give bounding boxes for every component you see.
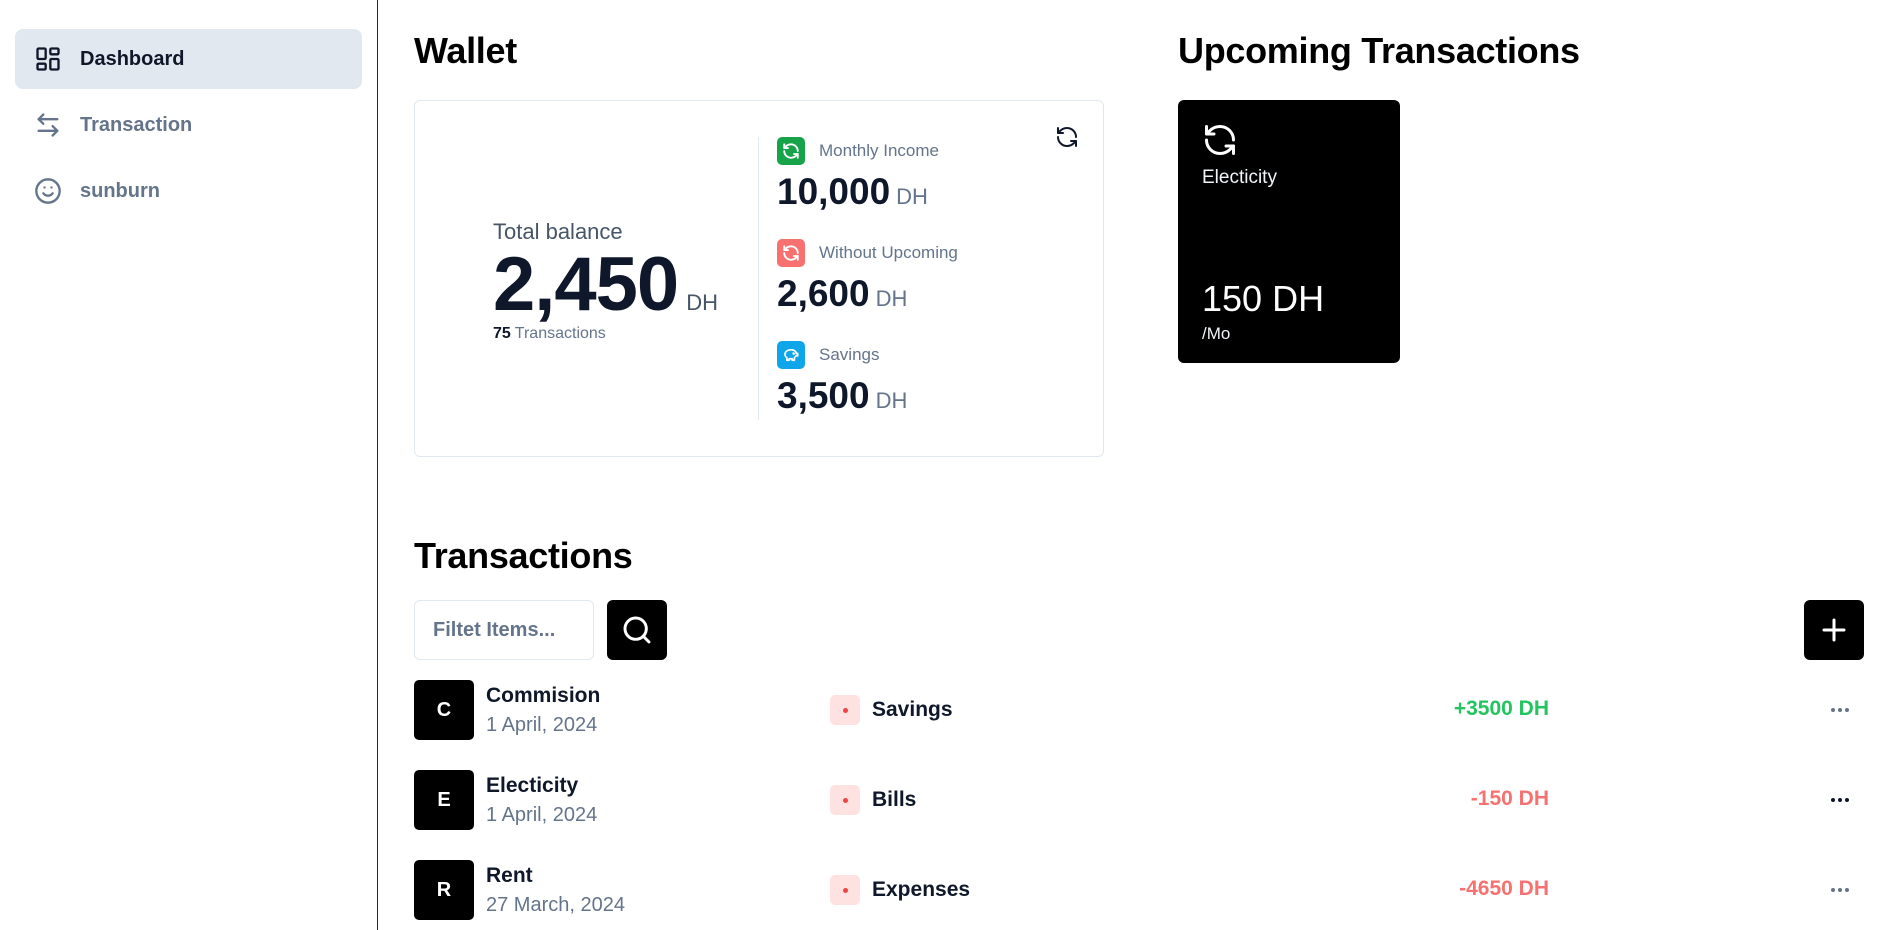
more-options-button[interactable] (1826, 786, 1854, 814)
income-refresh-icon (777, 137, 805, 165)
total-balance-amount: 2,450 (493, 242, 679, 327)
filter-input[interactable] (414, 600, 594, 660)
stat-value: 10,000 (777, 171, 891, 212)
add-transaction-button[interactable] (1804, 600, 1864, 660)
sidebar: Dashboard Transaction sunburn (0, 0, 378, 930)
refresh-icon (1057, 127, 1077, 147)
total-balance-currency: DH (686, 290, 718, 315)
more-icon (1831, 708, 1849, 712)
stat-monthly-income: Monthly Income 10,000 DH (777, 137, 958, 239)
wallet-stats: Monthly Income 10,000 DH Without Upcomin… (777, 137, 958, 443)
search-icon (623, 616, 651, 644)
divider (758, 137, 759, 420)
sidebar-item-sunburn[interactable]: sunburn (15, 161, 362, 221)
table-row[interactable]: C Commision 1 April, 2024 Savings +3500 … (414, 680, 1874, 740)
more-icon (1831, 798, 1849, 802)
recurring-icon (1205, 125, 1235, 155)
table-row[interactable]: R Rent 27 March, 2024 Expenses -4650 DH (414, 860, 1874, 920)
sidebar-item-transaction[interactable]: Transaction (15, 95, 362, 155)
sidebar-item-label: Transaction (80, 113, 193, 136)
arrows-swap-icon (34, 111, 62, 139)
transaction-date: 1 April, 2024 (486, 804, 598, 826)
dashboard-icon (34, 45, 62, 73)
stat-currency: DH (875, 286, 908, 311)
transaction-date: 1 April, 2024 (486, 714, 598, 736)
sidebar-item-dashboard[interactable]: Dashboard (15, 29, 362, 89)
stat-value: 2,600 (777, 273, 870, 314)
avatar: E (414, 770, 474, 830)
transaction-name: Commision (486, 684, 601, 707)
transactions-count-label: Transactions (514, 325, 606, 342)
more-options-button[interactable] (1826, 876, 1854, 904)
upcoming-refresh-icon (777, 239, 805, 267)
wallet-title: Wallet (414, 30, 517, 71)
sidebar-item-label: sunburn (80, 179, 160, 202)
plus-icon (1822, 618, 1846, 642)
avatar: C (414, 680, 474, 740)
sidebar-item-label: Dashboard (80, 47, 185, 70)
stat-savings: Savings 3,500 DH (777, 341, 958, 443)
smiley-icon (34, 177, 62, 205)
stat-label: Without Upcoming (819, 243, 958, 262)
category-dot-icon (830, 785, 860, 815)
transaction-name: Electicity (486, 774, 579, 797)
transactions-count-value: 75 (493, 325, 511, 342)
transaction-name: Rent (486, 864, 533, 887)
avatar: R (414, 860, 474, 920)
transactions-title: Transactions (414, 535, 633, 576)
transaction-amount: +3500 DH (1453, 697, 1549, 720)
stat-label: Monthly Income (819, 141, 939, 160)
upcoming-transactions-title: Upcoming Transactions (1178, 30, 1580, 71)
upcoming-card-period: /Mo (1202, 324, 1231, 343)
category-badge: Bills (830, 785, 916, 815)
category-dot-icon (830, 695, 860, 725)
stat-currency: DH (896, 184, 928, 209)
wallet-card: Total balance 2,450 DH 75 Transactions M… (414, 100, 1104, 457)
category-dot-icon (830, 875, 860, 905)
transactions-count: 75 Transactions (493, 325, 718, 343)
table-row[interactable]: E Electicity 1 April, 2024 Bills -150 DH (414, 770, 1874, 830)
stat-value: 3,500 (777, 375, 870, 416)
main-content: Wallet Total balance 2,450 DH 75 Transact… (414, 0, 1900, 930)
refresh-button[interactable] (1053, 123, 1081, 151)
stat-label: Savings (819, 345, 880, 364)
transaction-amount: -4650 DH (1459, 877, 1549, 900)
search-button[interactable] (607, 600, 667, 660)
category-badge: Savings (830, 695, 953, 725)
transaction-amount: -150 DH (1470, 787, 1549, 810)
more-options-button[interactable] (1826, 696, 1854, 724)
category-label: Savings (872, 698, 953, 721)
piggy-bank-icon (777, 341, 805, 369)
transaction-date: 27 March, 2024 (486, 894, 625, 916)
upcoming-card[interactable]: Electicity 150 DH /Mo (1178, 100, 1400, 363)
stat-without-upcoming: Without Upcoming 2,600 DH (777, 239, 958, 341)
stat-currency: DH (875, 388, 908, 413)
upcoming-card-name: Electicity (1202, 167, 1277, 188)
upcoming-card-amount: 150 DH (1202, 278, 1325, 319)
more-icon (1831, 888, 1849, 892)
total-balance: Total balance 2,450 DH 75 Transactions (493, 219, 718, 343)
category-badge: Expenses (830, 875, 970, 905)
category-label: Expenses (872, 878, 971, 901)
category-label: Bills (872, 788, 917, 811)
